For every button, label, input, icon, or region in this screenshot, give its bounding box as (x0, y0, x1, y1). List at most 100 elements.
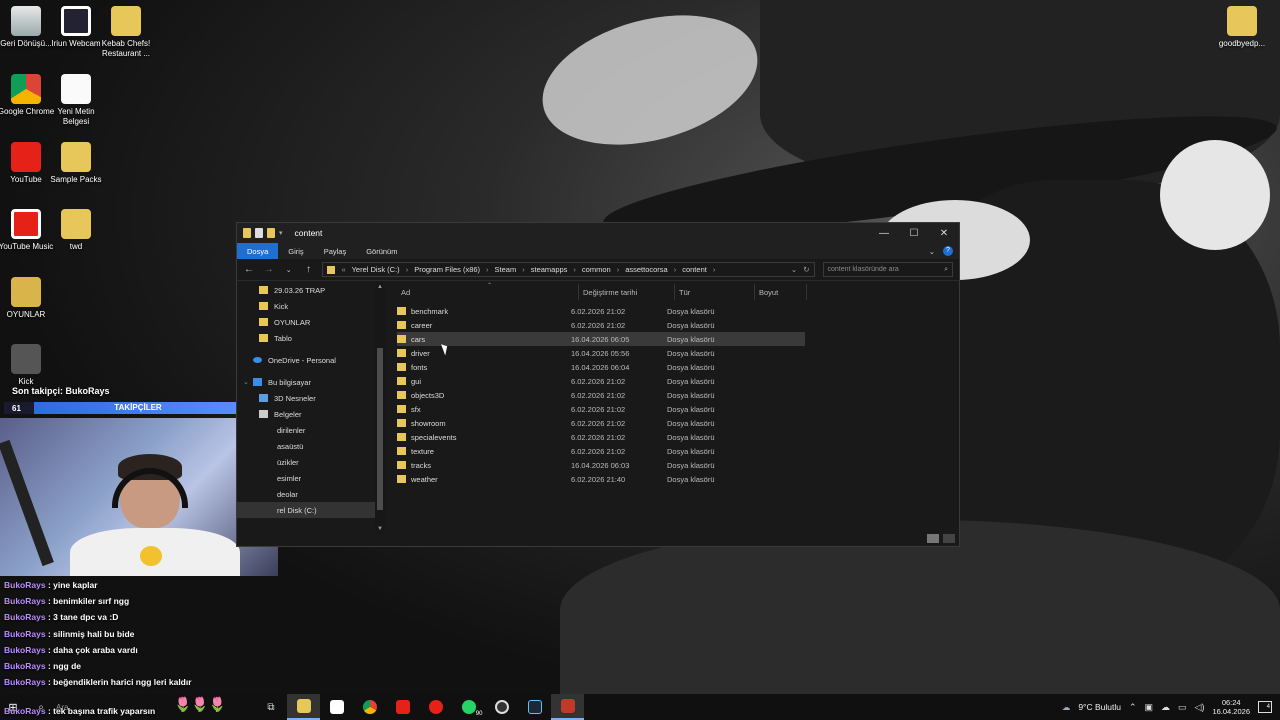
desktop-icon-oyunlar[interactable]: OYUNLAR (0, 277, 58, 320)
file-row-specialevents[interactable]: specialevents 6.02.2026 21:02 Dosya klasör… (397, 430, 805, 444)
desktop-icon-text-doc[interactable]: Yeni Metin Belgesi (44, 74, 108, 127)
scroll-down-icon[interactable]: ▼ (375, 526, 385, 532)
overflow-chevron-icon[interactable]: « (341, 265, 345, 274)
onedrive-tray-icon[interactable]: ☁ (1161, 702, 1170, 713)
breadcrumb-content[interactable]: content (682, 265, 707, 274)
nav-item-oyunlar[interactable]: OYUNLAR (237, 314, 385, 330)
forward-button[interactable]: → (263, 264, 275, 275)
tab-view[interactable]: Görünüm (356, 243, 407, 259)
nav-item-local-disk[interactable]: rel Disk (C:) (237, 502, 385, 518)
file-row-cars[interactable]: cars 16.04.2026 06:05 Dosya klasörü (397, 332, 805, 346)
breadcrumb-separator-icon[interactable]: › (573, 265, 576, 274)
desktop-icon-kick[interactable]: Kick (0, 344, 58, 387)
breadcrumb-yerel-disk[interactable]: Yerel Disk (C:) (352, 265, 400, 274)
search-box[interactable]: content klasöründe ara ⌕ (822, 262, 954, 277)
nav-item-onedrive[interactable]: OneDrive - Personal (237, 352, 385, 368)
taskbar-assetto-corsa[interactable] (551, 694, 585, 720)
file-row-driver[interactable]: driver 16.04.2026 05:56 Dosya klasörü (397, 346, 805, 360)
taskbar-whatsapp[interactable]: 90 (452, 694, 485, 720)
breadcrumb-separator-icon[interactable]: › (522, 265, 525, 274)
file-row-gui[interactable]: gui 6.02.2026 21:02 Dosya klasörü (397, 374, 805, 388)
help-icon[interactable]: ? (943, 246, 953, 256)
title-bar[interactable]: ▾ content — ☐ ✕ (237, 223, 959, 243)
nav-item-tablo[interactable]: Tablo (237, 330, 385, 346)
taskbar-youtube-music[interactable] (419, 694, 452, 720)
desktop-icon-sample-packs[interactable]: Sample Packs (44, 142, 108, 185)
new-folder-icon[interactable] (267, 228, 275, 238)
nav-item-music[interactable]: üzikler (237, 454, 385, 470)
file-row-showroom[interactable]: showroom 6.02.2026 21:02 Dosya klasörü (397, 416, 805, 430)
taskbar-youtube[interactable] (386, 694, 419, 720)
file-explorer-window[interactable]: ▾ content — ☐ ✕ Dosya Giriş Paylaş Görün… (236, 222, 960, 547)
taskbar-chrome[interactable] (353, 694, 386, 720)
nav-item-videos[interactable]: deolar (237, 486, 385, 502)
taskbar-steam[interactable] (518, 694, 551, 720)
breadcrumb-steam[interactable]: Steam (495, 265, 517, 274)
breadcrumb-separator-icon[interactable]: › (486, 265, 489, 274)
maximize-button[interactable]: ☐ (899, 228, 929, 239)
nav-item-this-pc[interactable]: ⌄ Bu bilgisayar (237, 374, 385, 390)
address-dropdown-icon[interactable]: ⌄ (791, 265, 797, 274)
taskbar-obs[interactable] (485, 694, 518, 720)
volume-icon[interactable]: ◁) (1195, 702, 1205, 713)
breadcrumb-separator-icon[interactable]: › (713, 265, 716, 274)
column-date[interactable]: Değiştirme tarihi (579, 284, 675, 300)
breadcrumb-assettocorsa[interactable]: assettocorsa (625, 265, 668, 274)
expand-ribbon-icon[interactable]: ⌄ (929, 247, 935, 256)
clock[interactable]: 06:24 16.04.2026 (1212, 698, 1250, 716)
file-list-view[interactable]: ⌃ Ad Değiştirme tarihi Tür Boyut benchma… (385, 282, 959, 534)
weather-text[interactable]: 9°C Bulutlu (1078, 702, 1121, 712)
desktop-icon-kebab-chefs[interactable]: Kebab Chefs! Restaurant ... (94, 6, 158, 59)
back-button[interactable]: ← (243, 264, 255, 275)
column-type[interactable]: Tür (675, 284, 755, 300)
nav-item-desktop[interactable]: asaüstü (237, 438, 385, 454)
taskbar-file-explorer[interactable] (287, 694, 321, 720)
file-row-weather[interactable]: weather 6.02.2026 21:40 Dosya klasörü (397, 472, 805, 486)
chevron-down-icon[interactable]: ⌄ (243, 378, 253, 386)
file-row-objects3d[interactable]: objects3D 6.02.2026 21:02 Dosya klasörü (397, 388, 805, 402)
tab-file[interactable]: Dosya (237, 243, 279, 259)
file-row-benchmark[interactable]: benchmark 6.02.2026 21:02 Dosya klasörü (397, 304, 805, 318)
breadcrumb-separator-icon[interactable]: › (674, 265, 677, 274)
notification-center-icon[interactable]: 4 (1258, 701, 1272, 713)
file-row-sfx[interactable]: sfx 6.02.2026 21:02 Dosya klasörü (397, 402, 805, 416)
breadcrumb-program-files[interactable]: Program Files (x86) (414, 265, 480, 274)
close-button[interactable]: ✕ (929, 228, 959, 239)
large-icons-view-icon[interactable] (943, 534, 955, 543)
minimize-button[interactable]: — (869, 228, 899, 239)
nav-item-kick[interactable]: Kick (237, 298, 385, 314)
tab-home[interactable]: Giriş (278, 243, 313, 259)
details-view-icon[interactable] (927, 534, 939, 543)
file-row-tracks[interactable]: tracks 16.04.2026 06:03 Dosya klasörü (397, 458, 805, 472)
up-button[interactable]: ↑ (303, 264, 315, 275)
network-icon[interactable]: ▭ (1178, 702, 1187, 713)
customize-toolbar-icon[interactable]: ▾ (279, 229, 283, 237)
breadcrumb-separator-icon[interactable]: › (617, 265, 620, 274)
taskbar-store[interactable] (320, 694, 353, 720)
refresh-icon[interactable]: ↻ (803, 265, 809, 274)
desktop-icon-goodbye[interactable]: goodbyedp... (1210, 6, 1274, 49)
scrollbar-thumb[interactable] (377, 348, 383, 510)
scroll-up-icon[interactable]: ▲ (375, 284, 385, 290)
nav-item-3d-objects[interactable]: 3D Nesneler (237, 390, 385, 406)
nav-item-documents[interactable]: Belgeler (237, 406, 385, 422)
navigation-pane[interactable]: 29.03.26 TRAP Kick OYUNLAR Tablo OneDriv… (237, 282, 385, 534)
nav-item-downloads[interactable]: dirilenler (237, 422, 385, 438)
recent-locations-button[interactable]: ⌄ (283, 266, 295, 274)
breadcrumb-common[interactable]: common (582, 265, 611, 274)
properties-icon[interactable] (255, 228, 263, 238)
nav-item-trap[interactable]: 29.03.26 TRAP (237, 282, 385, 298)
tab-share[interactable]: Paylaş (314, 243, 357, 259)
file-row-fonts[interactable]: fonts 16.04.2026 06:04 Dosya klasörü (397, 360, 805, 374)
nav-item-pictures[interactable]: esimler (237, 470, 385, 486)
desktop-icon-twd[interactable]: twd (44, 209, 108, 252)
nav-scrollbar[interactable]: ▲ ▼ (375, 282, 385, 534)
breadcrumb-separator-icon[interactable]: › (406, 265, 409, 274)
file-row-texture[interactable]: texture 6.02.2026 21:02 Dosya klasörü (397, 444, 805, 458)
task-view-button[interactable]: ⧉ (254, 694, 287, 720)
column-size[interactable]: Boyut (755, 284, 807, 300)
file-row-career[interactable]: career 6.02.2026 21:02 Dosya klasörü (397, 318, 805, 332)
show-hidden-icons[interactable]: ⌃ (1129, 702, 1137, 713)
breadcrumb-steamapps[interactable]: steamapps (531, 265, 568, 274)
app-tray-icon[interactable]: ▣ (1145, 702, 1154, 713)
